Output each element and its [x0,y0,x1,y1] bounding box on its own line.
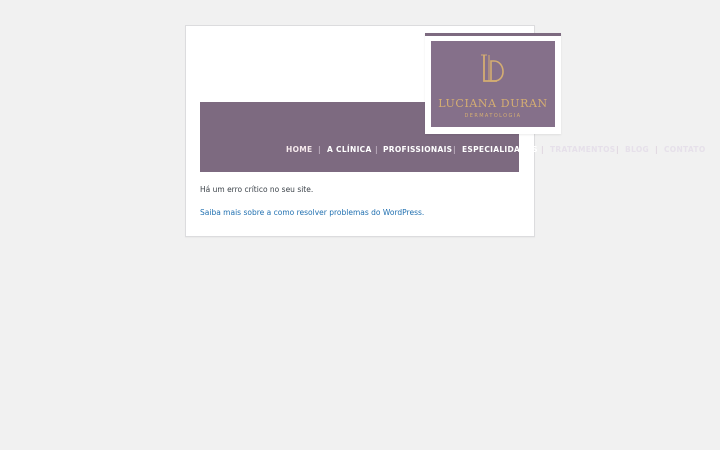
nav-item-profissionais[interactable]: PROFISSIONAIS [383,145,452,154]
nav-separator: | [541,145,544,154]
page: HOME | A CLÍNICA | PROFISSIONAIS | ESPEC… [0,0,720,450]
nav-item-blog[interactable]: BLOG [625,145,649,154]
nav-item-especialidades[interactable]: ESPECIALIDADES [462,145,538,154]
nav-separator: | [453,145,456,154]
nav-item-a-clinica[interactable]: A CLÍNICA [327,145,372,154]
site-logo[interactable]: LUCIANA DURAN DERMATOLOGIA [425,33,561,134]
logo-name: LUCIANA DURAN [438,97,548,110]
nav-separator: | [375,145,378,154]
nav-item-contato[interactable]: CONTATO [664,145,706,154]
nav-item-tratamentos[interactable]: TRATAMENTOS [550,145,616,154]
logo-subtitle: DERMATOLOGIA [464,113,522,119]
nav-item-home[interactable]: HOME [286,145,312,154]
nav-separator: | [616,145,619,154]
ld-monogram-icon [431,51,555,87]
help-link[interactable]: Saiba mais sobre a como resolver problem… [200,208,424,217]
nav-separator: | [655,145,658,154]
error-message: Há um erro crítico no seu site. [200,185,314,194]
logo-background: LUCIANA DURAN DERMATOLOGIA [431,41,555,127]
nav-separator: | [318,145,321,154]
